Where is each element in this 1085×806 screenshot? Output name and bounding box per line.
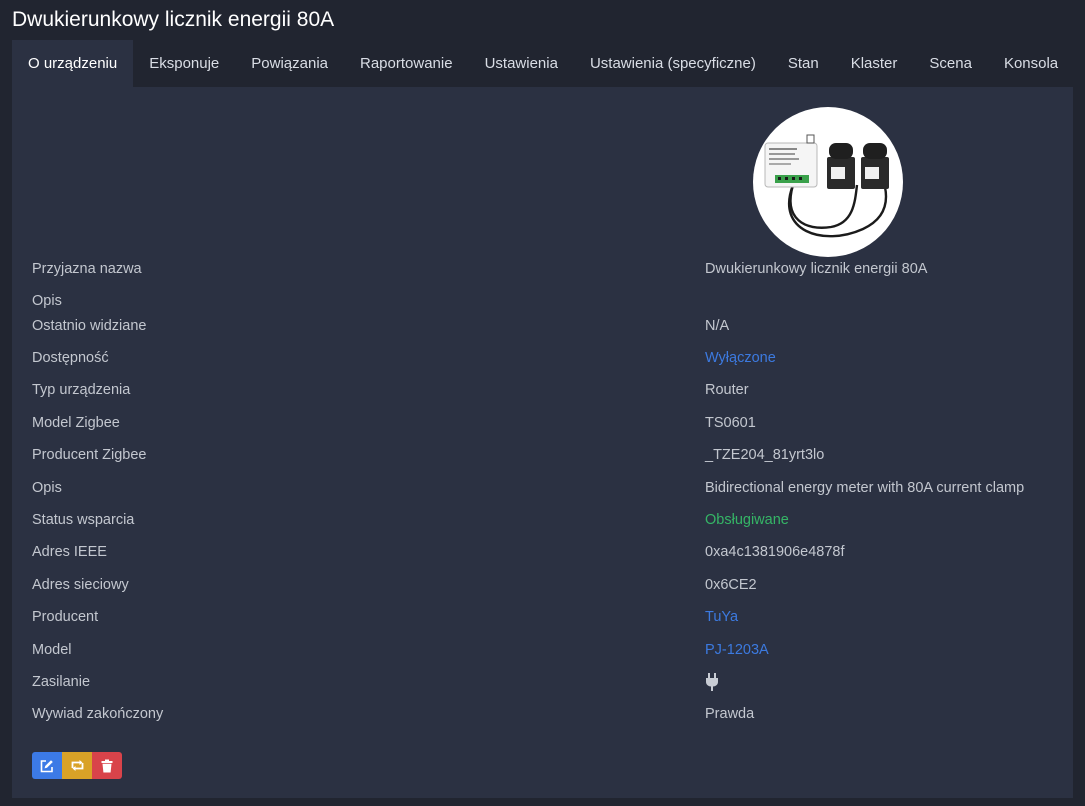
row-friendly-name: Przyjazna nazwa Dwukierunkowy licznik en… bbox=[32, 257, 1062, 281]
row-model-description: Opis Bidirectional energy meter with 80A… bbox=[32, 476, 1062, 500]
row-label: Producent bbox=[32, 609, 99, 625]
row-model: Model PJ-1203A bbox=[32, 638, 1062, 662]
row-power-source: Zasilanie bbox=[32, 670, 1062, 694]
trash-icon bbox=[101, 759, 113, 772]
support-status-value: Obsługiwane bbox=[705, 512, 789, 528]
plug-icon bbox=[706, 673, 718, 692]
page-title: Dwukierunkowy licznik energii 80A bbox=[12, 8, 335, 31]
row-zigbee-manufacturer: Producent Zigbee _TZE204_81yrt3lo bbox=[32, 443, 1062, 467]
row-last-seen: Ostatnio widziane N/A bbox=[32, 314, 1062, 338]
zigbee-manufacturer-value: _TZE204_81yrt3lo bbox=[705, 447, 825, 463]
row-label: Opis bbox=[32, 293, 62, 309]
row-support-status: Status wsparcia Obsługiwane bbox=[32, 508, 1062, 532]
edit-button[interactable] bbox=[32, 752, 62, 779]
tab-console[interactable]: Konsola bbox=[988, 40, 1074, 87]
tab-exposes[interactable]: Eksponuje bbox=[133, 40, 235, 87]
row-label: Status wsparcia bbox=[32, 512, 135, 528]
row-manufacturer: Producent TuYa bbox=[32, 605, 1062, 629]
last-seen-value: N/A bbox=[705, 318, 730, 334]
row-label: Opis bbox=[32, 480, 62, 496]
swap-button[interactable] bbox=[62, 752, 92, 779]
row-label: Typ urządzenia bbox=[32, 382, 131, 398]
tab-state[interactable]: Stan bbox=[772, 40, 835, 87]
device-image bbox=[753, 107, 903, 257]
tab-cluster[interactable]: Klaster bbox=[835, 40, 914, 87]
delete-button[interactable] bbox=[92, 752, 122, 779]
manufacturer-link[interactable]: TuYa bbox=[705, 605, 738, 629]
row-interview-completed: Wywiad zakończony Prawda bbox=[32, 702, 1062, 726]
row-description: Opis bbox=[32, 289, 1062, 313]
row-label: Ostatnio widziane bbox=[32, 318, 147, 334]
availability-link[interactable]: Wyłączone bbox=[705, 346, 776, 370]
ieee-address-value: 0xa4c1381906e4878f bbox=[705, 544, 845, 560]
row-label: Producent Zigbee bbox=[32, 447, 147, 463]
row-label: Wywiad zakończony bbox=[32, 706, 164, 722]
tab-about[interactable]: O urządzeniu bbox=[12, 40, 134, 87]
power-source-value bbox=[705, 670, 719, 694]
device-info-panel: Przyjazna nazwa Dwukierunkowy licznik en… bbox=[12, 87, 1073, 798]
row-zigbee-model: Model Zigbee TS0601 bbox=[32, 411, 1062, 435]
model-description-value: Bidirectional energy meter with 80A curr… bbox=[705, 480, 1025, 496]
row-label: Zasilanie bbox=[32, 674, 91, 690]
row-network-address: Adres sieciowy 0x6CE2 bbox=[32, 573, 1062, 597]
friendly-name-value: Dwukierunkowy licznik energii 80A bbox=[705, 261, 928, 277]
tab-bar: O urządzeniu Eksponuje Powiązania Raport… bbox=[12, 40, 1073, 87]
interview-completed-value: Prawda bbox=[705, 706, 755, 722]
row-label: Adres sieciowy bbox=[32, 577, 129, 593]
row-label: Model bbox=[32, 642, 72, 658]
tab-bindings[interactable]: Powiązania bbox=[235, 40, 344, 87]
action-buttons bbox=[32, 752, 122, 779]
row-label: Dostępność bbox=[32, 350, 109, 366]
zigbee-model-value: TS0601 bbox=[705, 415, 756, 431]
row-label: Model Zigbee bbox=[32, 415, 120, 431]
row-label: Przyjazna nazwa bbox=[32, 261, 142, 277]
device-type-value: Router bbox=[705, 382, 749, 398]
row-label: Adres IEEE bbox=[32, 544, 107, 560]
edit-icon bbox=[40, 759, 53, 772]
network-address-value: 0x6CE2 bbox=[705, 577, 757, 593]
tab-scene[interactable]: Scena bbox=[913, 40, 988, 87]
tab-settings-specific[interactable]: Ustawienia (specyficzne) bbox=[574, 40, 772, 87]
row-device-type: Typ urządzenia Router bbox=[32, 378, 1062, 402]
row-availability: Dostępność Wyłączone bbox=[32, 346, 1062, 370]
swap-icon bbox=[71, 760, 83, 771]
model-link[interactable]: PJ-1203A bbox=[705, 638, 769, 662]
row-ieee-address: Adres IEEE 0xa4c1381906e4878f bbox=[32, 540, 1062, 564]
tab-reporting[interactable]: Raportowanie bbox=[344, 40, 469, 87]
tab-settings[interactable]: Ustawienia bbox=[469, 40, 574, 87]
